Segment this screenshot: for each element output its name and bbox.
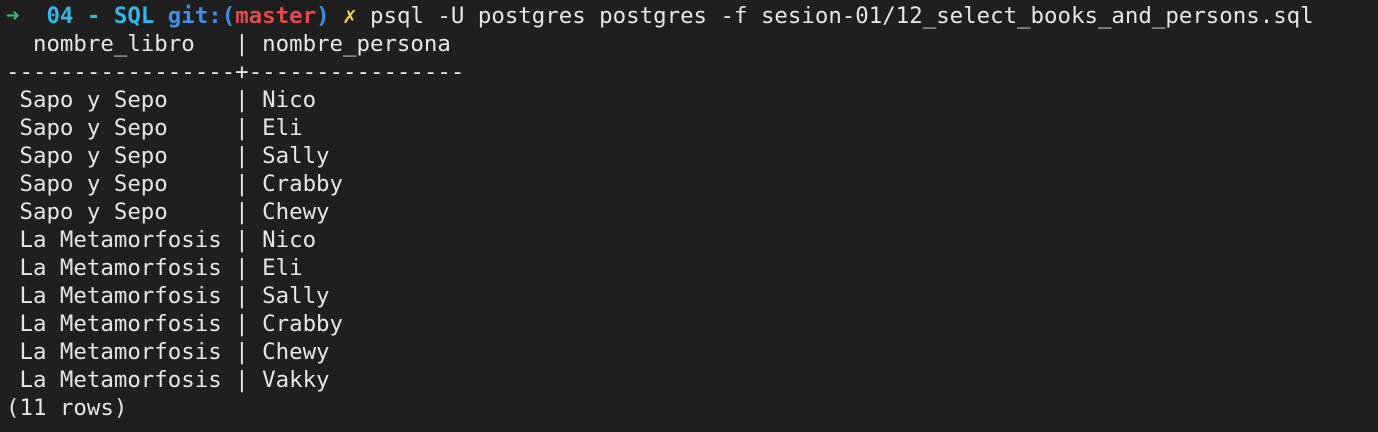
table-row: Sapo y Sepo | Eli	[6, 115, 303, 141]
terminal-window[interactable]: ➜ 04 - SQL git:(master) ✗ psql -U postgr…	[0, 0, 1378, 432]
git-branch: master	[235, 3, 317, 29]
table-header: nombre_libro | nombre_persona	[6, 31, 451, 57]
table-row: Sapo y Sepo | Sally	[6, 143, 330, 169]
table-row: La Metamorfosis | Eli	[6, 255, 303, 281]
current-directory: 04 - SQL	[46, 3, 155, 29]
command-text: psql -U postgres postgres -f sesion-01/1…	[370, 3, 1314, 29]
table-row: Sapo y Sepo | Crabby	[6, 171, 344, 197]
dirty-status-icon: ✗	[343, 3, 357, 29]
prompt-arrow-icon: ➜	[6, 3, 20, 29]
table-row: La Metamorfosis | Sally	[6, 283, 330, 309]
table-row: Sapo y Sepo | Chewy	[6, 199, 330, 225]
table-row: La Metamorfosis | Chewy	[6, 339, 330, 365]
table-row: La Metamorfosis | Nico	[6, 227, 317, 253]
git-label-close: )	[316, 3, 330, 29]
table-separator: -----------------+----------------	[6, 59, 465, 85]
table-row: La Metamorfosis | Crabby	[6, 311, 344, 337]
prompt-line: ➜ 04 - SQL git:(master) ✗ psql -U postgr…	[6, 2, 1378, 30]
table-row: La Metamorfosis | Vakky	[6, 367, 330, 393]
git-label: git:(	[167, 3, 236, 29]
row-count-footer: (11 rows)	[6, 395, 128, 421]
table-row: Sapo y Sepo | Nico	[6, 87, 317, 113]
